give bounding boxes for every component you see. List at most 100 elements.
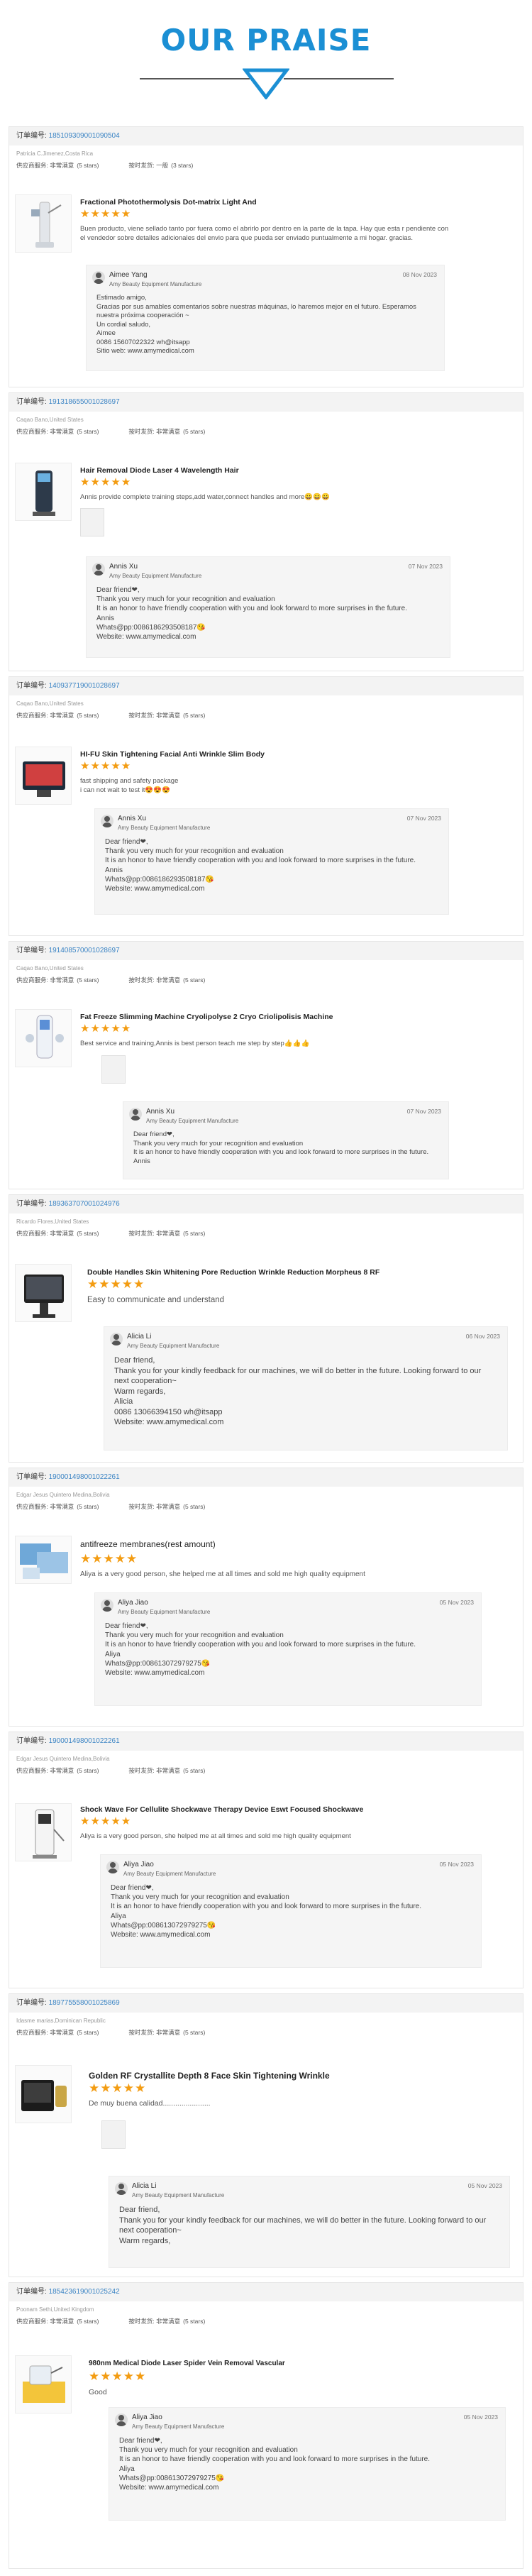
product-thumbnail[interactable] — [15, 1264, 72, 1322]
product-name[interactable]: Double Handles Skin Whitening Pore Reduc… — [87, 1268, 379, 1277]
rating-summary: 供应商服务: 非常满意 (5 stars) 按时发货: 非常满意 (5 stars) — [16, 1503, 206, 1510]
product-thumbnail[interactable] — [15, 747, 72, 805]
review-comment: De muy buena calidad....................… — [89, 2099, 211, 2108]
avatar — [101, 815, 113, 827]
review-photo[interactable] — [101, 2120, 126, 2149]
rating-summary: 供应商服务: 非常满意 (5 stars) 按时发货: 一般 (3 stars) — [16, 162, 194, 169]
page-title: OUR PRAISE — [160, 23, 372, 57]
order-number-link[interactable]: 185109309001090504 — [49, 132, 120, 140]
product-name[interactable]: Hair Removal Diode Laser 4 Wavelength Ha… — [80, 466, 239, 475]
rating-summary: 供应商服务: 非常满意 (5 stars) 按时发货: 非常满意 (5 stars) — [16, 1767, 206, 1774]
order-number-link[interactable]: 190001498001022261 — [49, 1737, 120, 1745]
product-name[interactable]: Fractional Photothermolysis Dot-matrix L… — [80, 198, 257, 207]
rating-summary: 供应商服务: 非常满意 (5 stars) 按时发货: 非常满意 (5 stars) — [16, 2318, 206, 2325]
rating-stars: ★★★★★ — [80, 208, 132, 220]
reply-company: Amy Beauty Equipment Manufacture — [132, 2423, 225, 2430]
praise-header: OUR PRAISE — [0, 0, 532, 124]
order-number-link[interactable]: 189775558001025869 — [49, 1999, 120, 2007]
order-number-link[interactable]: 190001498001022261 — [49, 1473, 120, 1481]
reply-text: Dear friend❤, Thank you very much for yo… — [105, 1622, 416, 1678]
buyer-info: Edgar Jesus Quintero Medina,Bolivia — [16, 1492, 110, 1498]
product-name[interactable]: Golden RF Crystallite Depth 8 Face Skin … — [89, 2071, 330, 2081]
reply-author: Aliya Jiao — [118, 1599, 148, 1607]
buyer-info: Idasme marias,Dominican Republic — [16, 2018, 106, 2024]
buyer-info: Caqao Bano,United States — [16, 417, 84, 423]
reply-date: 05 Nov 2023 — [463, 2413, 498, 2421]
reply-date: 08 Nov 2023 — [402, 271, 437, 278]
avatar — [101, 1599, 113, 1612]
reply-text: Dear friend❤, Thank you very much for yo… — [111, 1884, 422, 1939]
review-comment: fast shipping and safety package i can n… — [80, 777, 179, 794]
order-bar: 订单编号: 191408570001028697 — [9, 942, 523, 960]
product-thumbnail[interactable] — [15, 1536, 72, 1584]
reply-text: Dear friend❤, Thank you very much for yo… — [105, 838, 416, 893]
seller-reply: Annis Xu Amy Beauty Equipment Manufactur… — [123, 1101, 449, 1179]
rating-stars: ★★★★★ — [89, 2369, 147, 2383]
product-name[interactable]: HI-FU Skin Tightening Facial Anti Wrinkl… — [80, 750, 265, 759]
seller-reply: Alicia Li Amy Beauty Equipment Manufactu… — [104, 1326, 508, 1451]
order-number-link[interactable]: 191318655001028697 — [49, 398, 120, 406]
product-thumbnail[interactable] — [15, 1803, 72, 1861]
header-divider-left — [140, 78, 250, 79]
reply-text: Dear friend❤, Thank you very much for yo… — [96, 586, 408, 642]
reply-company: Amy Beauty Equipment Manufacture — [123, 1871, 216, 1877]
rating-stars: ★★★★★ — [80, 760, 132, 772]
avatar — [115, 2413, 128, 2426]
seller-reply: Annis Xu Amy Beauty Equipment Manufactur… — [94, 808, 449, 915]
buyer-info: Caqao Bano,United States — [16, 700, 84, 707]
review-comment: Annis provide complete training steps,ad… — [80, 493, 330, 501]
order-number-link[interactable]: 189363707001024976 — [49, 1200, 120, 1208]
order-bar: 订单编号: 190001498001022261 — [9, 1468, 523, 1487]
product-thumbnail[interactable] — [15, 2355, 72, 2413]
review-card: 订单编号: 189775558001025869 Idasme marias,D… — [9, 1993, 523, 2277]
product-thumbnail[interactable] — [15, 194, 72, 253]
rating-summary: 供应商服务: 非常满意 (5 stars) 按时发货: 非常满意 (5 stars) — [16, 712, 206, 719]
reply-text: Dear friend, Thank you for your kindly f… — [119, 2206, 487, 2245]
buyer-info: Edgar Jesus Quintero Medina,Bolivia — [16, 1756, 110, 1762]
product-thumbnail[interactable] — [15, 463, 72, 521]
reply-author: Annis Xu — [146, 1108, 175, 1116]
review-photo[interactable] — [101, 1055, 126, 1084]
avatar — [106, 1861, 119, 1873]
product-name[interactable]: Fat Freeze Slimming Machine Cryolipolyse… — [80, 1013, 333, 1021]
rating-summary: 供应商服务: 非常满意 (5 stars) 按时发货: 非常满意 (5 stars) — [16, 428, 206, 435]
triangle-down-icon — [243, 68, 289, 99]
product-name[interactable]: antifreeze membranes(rest amount) — [80, 1539, 216, 1549]
rating-summary: 供应商服务: 非常满意 (5 stars) 按时发货: 非常满意 (5 stars) — [16, 1230, 206, 1237]
review-card: 订单编号: 191408570001028697 Caqao Bano,Unit… — [9, 941, 523, 1189]
rating-summary: 供应商服务: 非常满意 (5 stars) 按时发货: 非常满意 (5 stars) — [16, 976, 206, 984]
seller-reply: Aliya Jiao Amy Beauty Equipment Manufact… — [94, 1592, 482, 1706]
reply-date: 07 Nov 2023 — [406, 1108, 441, 1115]
avatar — [129, 1108, 142, 1121]
reply-date: 06 Nov 2023 — [465, 1333, 500, 1340]
avatar — [110, 1333, 123, 1345]
product-name[interactable]: Shock Wave For Cellulite Shockwave Thera… — [80, 1805, 363, 1814]
reply-author: Annis Xu — [109, 563, 138, 571]
rating-stars: ★★★★★ — [89, 2081, 147, 2095]
seller-reply: Aliya Jiao Amy Beauty Equipment Manufact… — [109, 2407, 506, 2521]
order-bar: 订单编号: 189775558001025869 — [9, 1994, 523, 2013]
rating-stars: ★★★★★ — [80, 1023, 132, 1035]
order-number-link[interactable]: 185423619001025242 — [49, 2288, 120, 2296]
review-comment: Buen producto, viene sellado tanto por f… — [80, 225, 449, 242]
buyer-info: Ricardo Flores,United States — [16, 1218, 89, 1225]
order-number-link[interactable]: 191408570001028697 — [49, 947, 120, 954]
reply-company: Amy Beauty Equipment Manufacture — [127, 1343, 220, 1349]
review-photo[interactable] — [80, 508, 104, 536]
reply-author: Alicia Li — [132, 2182, 157, 2190]
reply-company: Amy Beauty Equipment Manufacture — [118, 825, 211, 831]
reply-company: Amy Beauty Equipment Manufacture — [118, 1609, 211, 1615]
reply-date: 05 Nov 2023 — [467, 2182, 502, 2189]
reply-text: Dear friend, Thank you for your kindly f… — [114, 1356, 482, 1426]
product-name[interactable]: 980nm Medical Diode Laser Spider Vein Re… — [89, 2360, 285, 2367]
product-thumbnail[interactable] — [15, 2065, 72, 2123]
reply-date: 05 Nov 2023 — [439, 1861, 474, 1868]
review-card: 订单编号: 185423619001025242 Poonam Sethi,Un… — [9, 2282, 523, 2569]
seller-reply: Aliya Jiao Amy Beauty Equipment Manufact… — [100, 1854, 482, 1968]
product-thumbnail[interactable] — [15, 1009, 72, 1067]
order-number-link[interactable]: 140937719001028697 — [49, 682, 120, 690]
order-bar: 订单编号: 190001498001022261 — [9, 1732, 523, 1751]
rating-stars: ★★★★★ — [87, 1277, 145, 1291]
review-comment: Aliya is a very good person, she helped … — [80, 1832, 351, 1840]
avatar — [115, 2182, 128, 2195]
